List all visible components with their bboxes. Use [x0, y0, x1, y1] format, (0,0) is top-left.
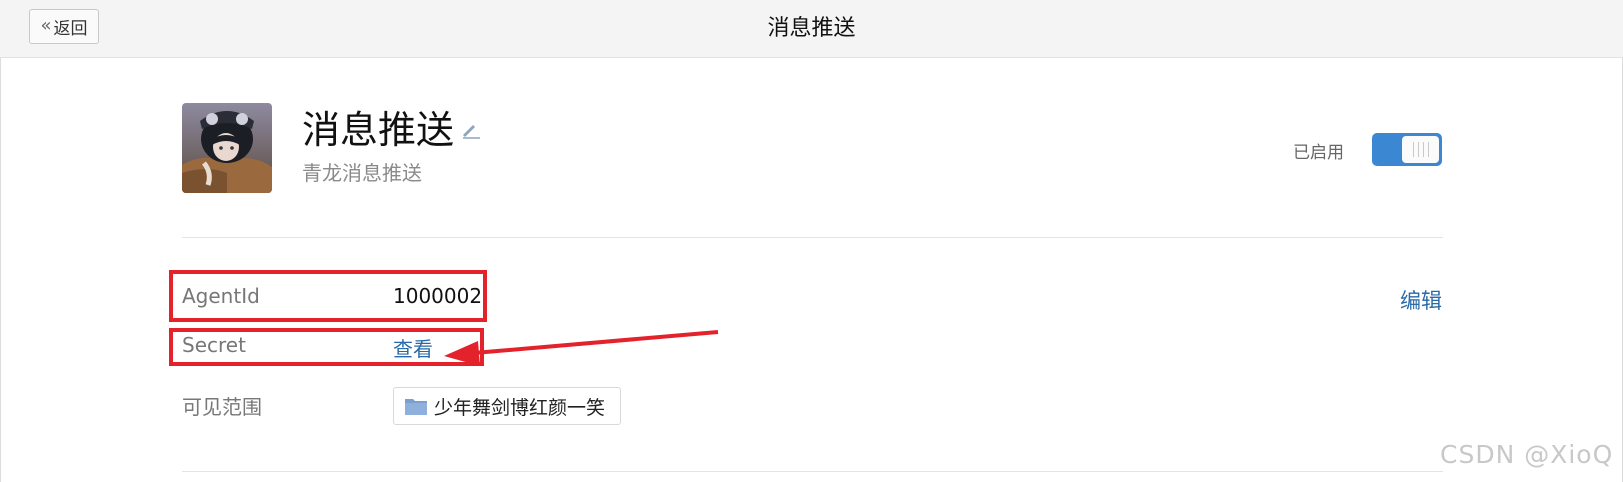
edit-link[interactable]: 编辑 [1400, 285, 1442, 315]
visible-scope-label: 可见范围 [182, 395, 262, 419]
app-description: 青龙消息推送 [302, 161, 422, 185]
top-bar: 消息推送 « 返回 [0, 0, 1623, 58]
double-chevron-left-icon: « [40, 15, 52, 36]
divider-top [182, 237, 1443, 238]
scope-value: 少年舞剑博红颜一笑 [434, 396, 606, 419]
app-avatar [182, 103, 272, 193]
watermark: CSDN @XioQ [1440, 440, 1614, 469]
agent-id-highlight-box [169, 270, 487, 322]
page-title: 消息推送 [767, 16, 856, 41]
app-name: 消息推送 [302, 108, 455, 152]
pencil-icon[interactable] [459, 117, 483, 141]
toggle-knob [1402, 136, 1439, 163]
enable-toggle[interactable] [1372, 133, 1442, 166]
divider-bottom [182, 471, 1443, 472]
status-label: 已启用 [1293, 143, 1344, 163]
folder-icon [405, 399, 427, 415]
back-button[interactable]: « 返回 [29, 9, 99, 44]
scope-tag[interactable]: 少年舞剑博红颜一笑 [393, 387, 621, 425]
annotation-arrow [444, 330, 719, 366]
back-button-label: 返回 [53, 19, 88, 39]
